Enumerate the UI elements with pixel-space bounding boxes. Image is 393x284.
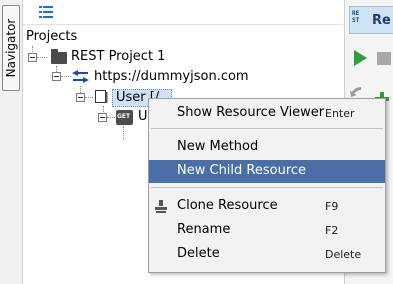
stop-icon[interactable] bbox=[377, 52, 391, 65]
navigator-strip: Navigator bbox=[0, 0, 23, 284]
editor-tab[interactable]: RE ST Re bbox=[349, 6, 393, 34]
menu-item-new-method[interactable]: New Method bbox=[149, 136, 385, 159]
rest-icon-line2: ST bbox=[352, 17, 360, 24]
rest-icon-line1: RE bbox=[352, 10, 360, 17]
get-method-icon: GET bbox=[116, 110, 133, 125]
menu-item-label: Delete bbox=[177, 246, 220, 261]
resource-icon bbox=[95, 90, 108, 103]
menu-separator bbox=[151, 187, 383, 188]
tree-root-projects[interactable]: Projects bbox=[26, 29, 77, 44]
context-menu: Show Resource Viewer Enter New Method Ne… bbox=[148, 98, 386, 273]
menu-item-shortcut: F2 bbox=[325, 224, 339, 237]
menu-item-delete[interactable]: Delete Delete bbox=[149, 243, 385, 266]
menu-item-label: Show Resource Viewer bbox=[177, 105, 325, 120]
collapse-icon[interactable] bbox=[76, 93, 85, 102]
play-icon[interactable] bbox=[354, 50, 367, 66]
tree-connector bbox=[61, 76, 71, 77]
menu-separator bbox=[151, 128, 383, 129]
service-arrows-icon bbox=[72, 70, 89, 83]
menu-item-shortcut: F9 bbox=[325, 200, 339, 213]
menu-item-new-child-resource[interactable]: New Child Resource bbox=[149, 160, 385, 183]
tree-connector bbox=[85, 97, 93, 98]
navigator-tab[interactable]: Navigator bbox=[2, 5, 20, 91]
clone-icon bbox=[155, 200, 167, 213]
collapse-icon[interactable] bbox=[28, 53, 37, 62]
navigator-tab-label: Navigator bbox=[4, 18, 18, 78]
menu-item-shortcut: Delete bbox=[325, 248, 362, 261]
menu-item-label: New Method bbox=[177, 139, 259, 154]
list-icon[interactable] bbox=[39, 6, 53, 18]
collapse-icon[interactable] bbox=[98, 113, 107, 122]
menu-item-label: Rename bbox=[177, 222, 231, 237]
rest-icon: RE ST bbox=[352, 10, 359, 24]
folder-icon bbox=[51, 49, 67, 64]
tree-item-method[interactable]: U bbox=[138, 109, 148, 124]
tree-connector bbox=[107, 117, 115, 118]
menu-item-show-resource-viewer[interactable]: Show Resource Viewer Enter bbox=[149, 102, 385, 125]
menu-item-shortcut: Enter bbox=[325, 107, 355, 120]
menu-item-rename[interactable]: Rename F2 bbox=[149, 219, 385, 242]
tree-item-project[interactable]: REST Project 1 bbox=[71, 49, 165, 64]
collapse-icon[interactable] bbox=[52, 72, 61, 81]
menu-item-label: New Child Resource bbox=[177, 163, 307, 178]
tree-connector bbox=[37, 57, 47, 58]
menu-item-clone-resource[interactable]: Clone Resource F9 bbox=[149, 195, 385, 218]
tree-item-service[interactable]: https://dummyjson.com bbox=[94, 69, 249, 84]
back-arrow-icon[interactable] bbox=[349, 84, 363, 98]
tree-connector bbox=[123, 126, 124, 140]
navigator-toolbar bbox=[23, 0, 343, 25]
editor-tab-label: Re bbox=[372, 13, 391, 28]
menu-item-label: Clone Resource bbox=[177, 198, 278, 213]
get-badge-text: GET bbox=[117, 113, 131, 120]
